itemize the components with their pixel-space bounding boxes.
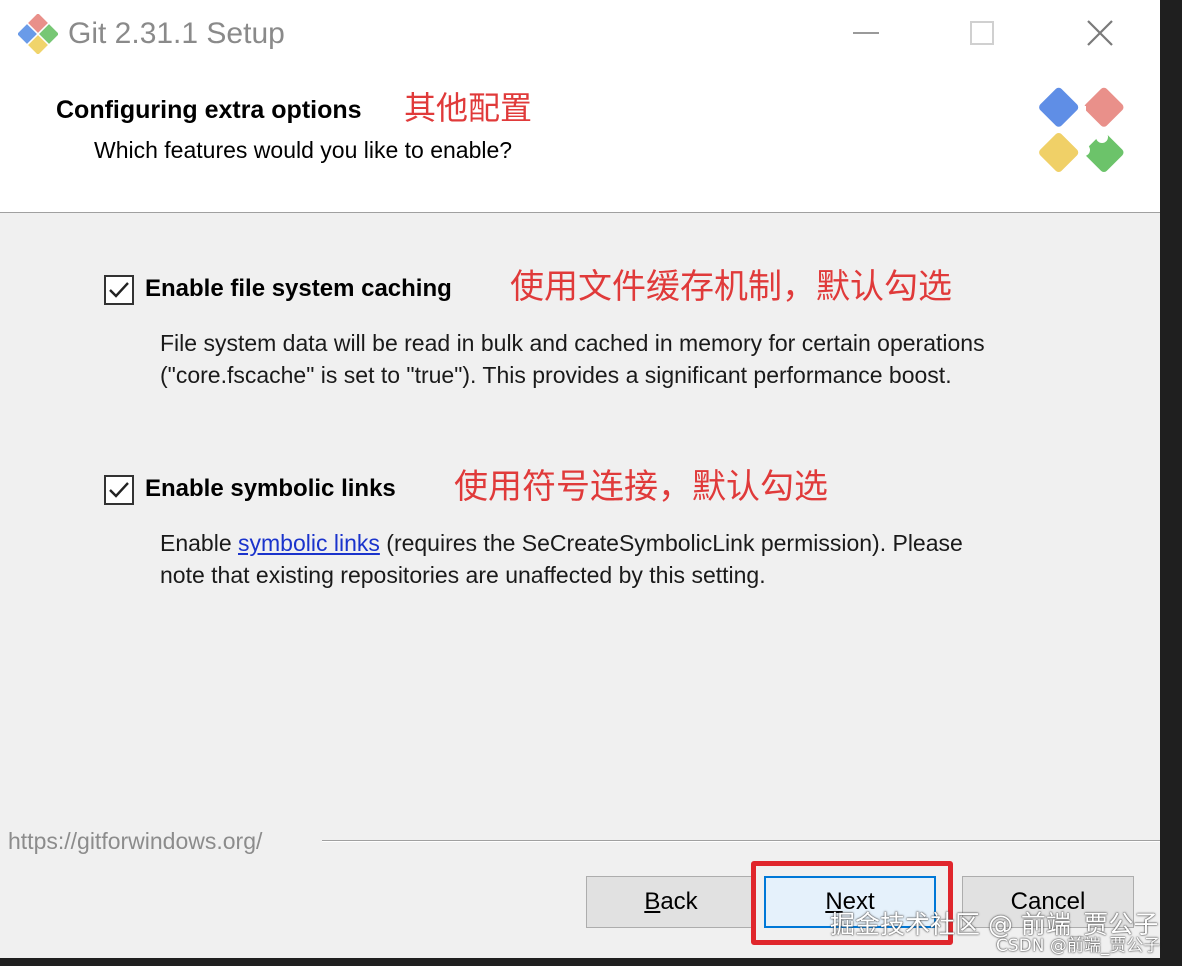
footer-divider (322, 840, 1160, 842)
page-title: Configuring extra options (56, 96, 362, 124)
checkmark-icon (109, 282, 129, 298)
page-title-annotation: 其他配置 (404, 89, 533, 127)
checkmark-icon (109, 482, 129, 498)
maximize-icon (970, 21, 994, 45)
fscache-label[interactable]: Enable file system caching (145, 272, 452, 306)
title-bar[interactable]: Git 2.31.1 Setup (0, 0, 1160, 66)
maximize-button[interactable] (952, 10, 1012, 56)
screen-edge-bottom (0, 958, 1182, 966)
window-title: Git 2.31.1 Setup (68, 17, 285, 50)
screen-edge-right (1160, 0, 1182, 966)
minimize-button[interactable] (836, 10, 896, 56)
back-button-label: Back (644, 888, 698, 915)
footer-url: https://gitforwindows.org/ (8, 828, 263, 854)
close-button[interactable] (1070, 10, 1130, 56)
symbolic-links-link[interactable]: symbolic links (238, 530, 380, 556)
symlinks-checkbox[interactable] (104, 475, 134, 505)
symlinks-description: Enable symbolic links (requires the SeCr… (160, 527, 1000, 591)
git-app-icon (18, 14, 58, 54)
symlinks-annotation: 使用符号连接，默认勾选 (454, 467, 828, 507)
setup-window: Git 2.31.1 Setup Configuring extra optio… (0, 0, 1160, 958)
page-subtitle: Which features would you like to enable? (94, 137, 513, 163)
close-icon (1087, 20, 1113, 46)
symlinks-desc-prefix: Enable (160, 530, 239, 556)
git-logo-icon (1039, 87, 1124, 173)
fscache-checkbox[interactable] (104, 275, 134, 305)
footer-url-line: https://gitforwindows.org/ (0, 826, 1160, 856)
symlinks-label[interactable]: Enable symbolic links (145, 472, 396, 506)
back-button[interactable]: Back (586, 876, 756, 928)
watermark-csdn: CSDN @前端_贾公子 (996, 936, 1161, 956)
minimize-icon (853, 32, 879, 34)
wizard-header: Configuring extra options 其他配置 Which fea… (0, 66, 1160, 213)
fscache-annotation: 使用文件缓存机制，默认勾选 (510, 267, 952, 307)
fscache-description: File system data will be read in bulk an… (160, 330, 985, 388)
